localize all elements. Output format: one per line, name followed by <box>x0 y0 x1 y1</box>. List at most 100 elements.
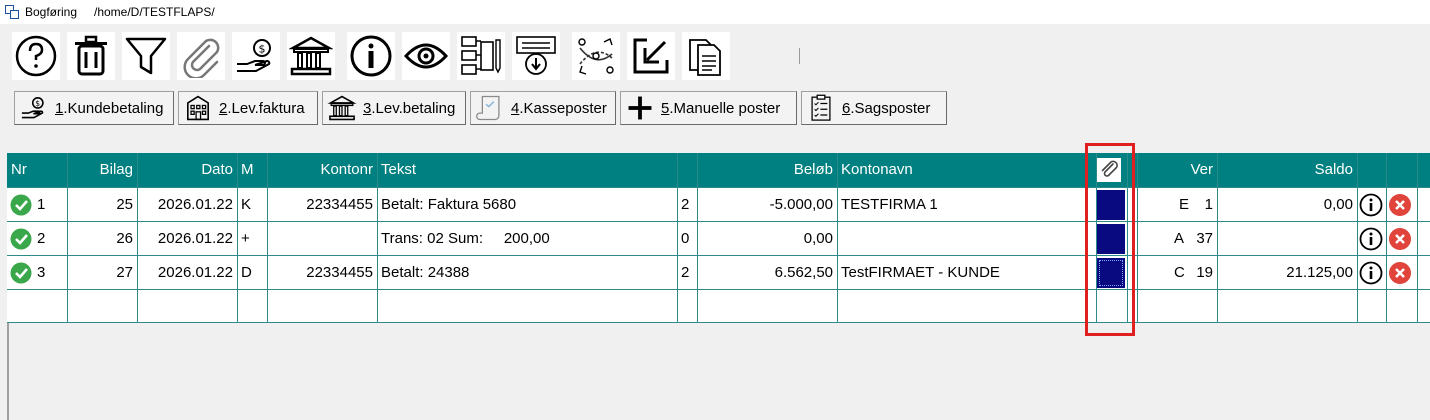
copy-documents-button[interactable] <box>682 32 730 80</box>
window-path: /home/D/TESTFLAPS/ <box>94 5 215 19</box>
header-dato[interactable]: Dato <box>137 153 237 187</box>
info-button[interactable] <box>347 32 395 80</box>
cell-moms[interactable]: 2 <box>677 256 697 290</box>
tab-lev-betaling[interactable]: 3.Lev.betaling <box>322 91 466 125</box>
checkmark-icon <box>10 194 32 216</box>
payment-button[interactable]: $ <box>232 32 280 80</box>
tab-lev-faktura[interactable]: 2.Lev.faktura <box>178 91 318 125</box>
cell-kontonavn[interactable]: TestFIRMAET - KUNDE <box>837 256 1087 290</box>
header-m[interactable]: M <box>237 153 267 187</box>
header-ver[interactable]: Ver <box>1137 153 1217 187</box>
header-tekst[interactable]: Tekst <box>377 153 677 187</box>
filter-icon <box>125 37 167 75</box>
cell-kontonr[interactable]: 22334455 <box>267 188 377 222</box>
document-flow-button[interactable] <box>457 32 505 80</box>
cell-m[interactable]: K <box>237 188 267 222</box>
tab-label: .Lev.betaling <box>371 99 456 117</box>
bank-icon <box>327 95 357 121</box>
copy-documents-icon <box>689 39 721 76</box>
cell-belob[interactable]: 6.562,50 <box>697 256 837 290</box>
cell-moms[interactable]: 0 <box>677 222 697 256</box>
cell-bilag[interactable]: 26 <box>67 222 137 256</box>
cell-tekst[interactable]: Betalt: 24388 <box>377 256 677 290</box>
cell-saldo[interactable]: 21.125,00 <box>1217 256 1357 290</box>
info-icon[interactable] <box>1359 261 1383 285</box>
header-moms[interactable] <box>677 153 697 187</box>
cell-ver-num[interactable]: 19 <box>1184 256 1217 290</box>
table-row[interactable]: 1 25 2026.01.22 K 22334455 Betalt: Faktu… <box>7 188 1430 222</box>
cell-ver-num[interactable]: 1 <box>1189 188 1217 222</box>
header-nr[interactable]: Nr <box>7 153 67 187</box>
cell-m[interactable]: + <box>237 222 267 256</box>
bank-import-icon <box>516 36 556 75</box>
delete-button[interactable] <box>67 32 115 80</box>
cell-belob[interactable]: -5.000,00 <box>697 188 837 222</box>
tab-label: .Kasseposter <box>519 99 607 117</box>
attach-button[interactable] <box>177 32 225 80</box>
checkmark-icon <box>10 228 32 250</box>
cell-belob[interactable]: 0,00 <box>697 222 837 256</box>
info-icon[interactable] <box>1359 193 1383 217</box>
building-icon <box>187 95 209 121</box>
network-button[interactable] <box>572 32 620 80</box>
info-icon[interactable] <box>1359 227 1383 251</box>
filter-button[interactable] <box>122 32 170 80</box>
cell-dato[interactable]: 2026.01.22 <box>137 256 237 290</box>
delete-icon[interactable] <box>1388 193 1412 217</box>
header-kontonr[interactable]: Kontonr <box>267 153 377 187</box>
cell-ver-letter[interactable]: A <box>1170 222 1184 256</box>
checkmark-icon <box>10 262 32 284</box>
cell-bilag[interactable]: 25 <box>67 188 137 222</box>
cell-ver-letter[interactable]: E <box>1175 188 1189 222</box>
attachment-column-highlight <box>1085 143 1135 336</box>
cell-kontonr[interactable] <box>267 222 377 256</box>
cell-nr[interactable]: 3 <box>33 256 67 290</box>
tab-sagsposter[interactable]: 6.Sagsposter <box>801 91 947 125</box>
cell-saldo[interactable]: 0,00 <box>1217 188 1357 222</box>
tab-manuelle-poster[interactable]: 5.Manuelle poster <box>620 91 797 125</box>
empty-row[interactable] <box>7 290 1430 324</box>
cell-dato[interactable]: 2026.01.22 <box>137 188 237 222</box>
app-icon <box>5 5 19 19</box>
svg-text:$: $ <box>35 99 40 108</box>
posting-grid[interactable]: Nr Bilag Dato M Kontonr Tekst Beløb Kont… <box>7 153 1430 323</box>
cell-tekst[interactable]: Betalt: Faktura 5680 <box>377 188 677 222</box>
cell-nr[interactable]: 2 <box>33 222 67 256</box>
window-title: Bogføring <box>25 5 78 19</box>
table-row[interactable]: 2 26 2026.01.22 + Trans: 02 Sum: 200,00 … <box>7 222 1430 256</box>
cell-kontonavn[interactable] <box>837 222 1087 256</box>
cell-bilag[interactable]: 27 <box>67 256 137 290</box>
view-button[interactable] <box>402 32 450 80</box>
bank-icon <box>289 36 333 76</box>
cell-ver-letter[interactable]: C <box>1170 256 1184 290</box>
bank-import-button[interactable] <box>512 32 560 80</box>
tab-label: .Kundebetaling <box>63 99 164 117</box>
cell-nr[interactable]: 1 <box>33 188 67 222</box>
cell-tekst[interactable]: Trans: 02 Sum: 200,00 <box>377 222 677 256</box>
cell-m[interactable]: D <box>237 256 267 290</box>
help-button[interactable] <box>12 32 60 80</box>
export-button[interactable] <box>627 32 675 80</box>
tab-kasseposter[interactable]: 4.Kasseposter <box>470 91 616 125</box>
cell-ver-num[interactable]: 37 <box>1184 222 1217 256</box>
header-bilag[interactable]: Bilag <box>67 153 137 187</box>
tab-kundebetaling[interactable]: $ 1.Kundebetaling <box>14 91 174 125</box>
delete-icon[interactable] <box>1388 261 1412 285</box>
cell-dato[interactable]: 2026.01.22 <box>137 222 237 256</box>
header-kontonavn[interactable]: Kontonavn <box>837 153 1087 187</box>
cell-kontonr[interactable]: 22334455 <box>267 256 377 290</box>
cell-moms[interactable]: 2 <box>677 188 697 222</box>
payment-hand-icon: $ <box>21 97 44 119</box>
tab-label: .Sagsposter <box>850 99 931 117</box>
bank-button[interactable] <box>287 32 335 80</box>
table-row[interactable]: 3 27 2026.01.22 D 22334455 Betalt: 24388… <box>7 256 1430 290</box>
delete-icon[interactable] <box>1388 227 1412 251</box>
paperclip-icon <box>183 38 220 78</box>
tab-label: .Lev.faktura <box>227 99 305 117</box>
cell-kontonavn[interactable]: TESTFIRMA 1 <box>837 188 1087 222</box>
header-belob[interactable]: Beløb <box>697 153 837 187</box>
cell-saldo[interactable] <box>1217 222 1357 256</box>
help-icon <box>15 35 57 77</box>
document-flow-icon <box>461 36 501 75</box>
header-saldo[interactable]: Saldo <box>1217 153 1357 187</box>
